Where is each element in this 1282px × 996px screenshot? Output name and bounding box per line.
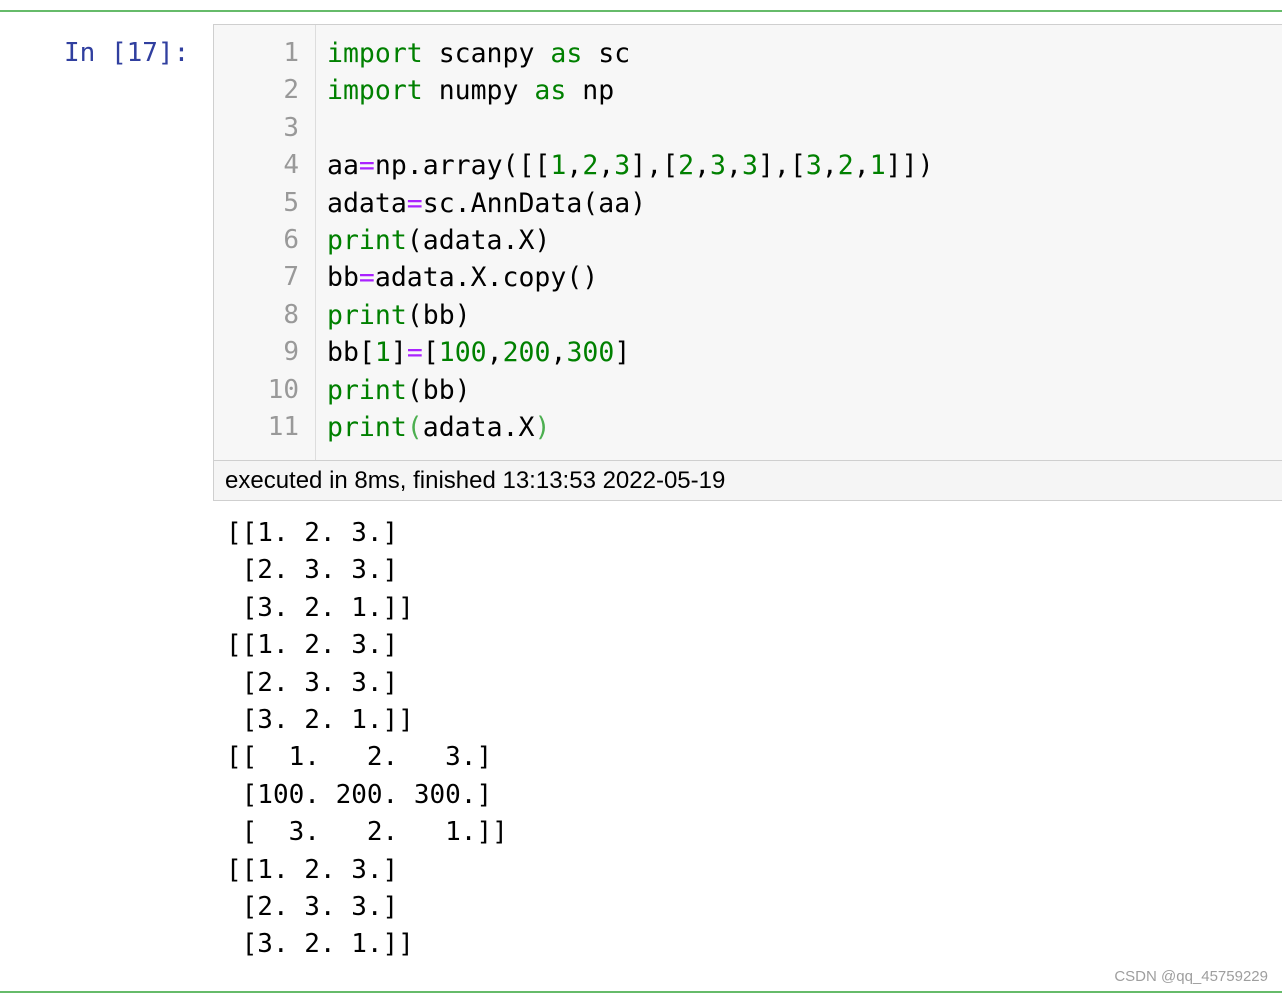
code-token: np.array([[	[374, 150, 551, 182]
output-line: [[ 1. 2. 3.]	[226, 742, 493, 773]
code-token: print	[327, 299, 407, 331]
output-line: [ 3. 2. 1.]]	[226, 817, 508, 848]
line-number: 1	[283, 38, 299, 68]
code-input-area[interactable]: 1 2 3 4 5 6 7 8 9 10 11 import scanpy as sc import …	[213, 24, 1282, 460]
watermark: CSDN @qq_45759229	[1114, 968, 1268, 985]
code-editor[interactable]: import scanpy as sc import numpy as np aa…	[327, 35, 934, 446]
output-line: [2. 3. 3.]	[226, 667, 399, 698]
code-token: =	[358, 262, 375, 294]
code-token: adata.X	[422, 411, 535, 443]
code-token: 300	[566, 337, 615, 369]
input-prompt: In [17]:	[64, 38, 190, 68]
execution-time-bar: executed in 8ms, finished 13:13:53 2022-…	[213, 460, 1282, 501]
code-token: ,	[694, 150, 711, 182]
code-line[interactable]: adata=sc.AnnData(aa)	[327, 185, 934, 222]
code-token: bb	[327, 262, 359, 294]
line-number: 8	[283, 299, 299, 330]
code-line[interactable]: print(bb)	[327, 372, 934, 409]
line-number: 11	[267, 412, 299, 442]
code-token: (adata.X)	[406, 224, 551, 256]
code-token: ],[	[757, 150, 806, 182]
code-token: 3	[710, 150, 727, 182]
code-token: as	[534, 75, 567, 107]
output-line: [3. 2. 1.]]	[226, 929, 414, 960]
code-line[interactable]: print(bb)	[327, 297, 934, 334]
code-line[interactable]: print(adata.X)	[327, 222, 934, 259]
code-token: =	[406, 337, 423, 369]
code-line[interactable]: import scanpy as sc	[327, 35, 934, 72]
line-number: 7	[283, 262, 299, 293]
code-token: print	[327, 224, 407, 256]
output-line: [2. 3. 3.]	[226, 891, 399, 922]
line-number: 4	[283, 150, 299, 181]
code-token: ],[	[630, 150, 679, 182]
code-token: sc.AnnData(aa)	[422, 187, 647, 219]
code-line[interactable]: print(adata.X)	[327, 409, 934, 446]
code-token: 2	[837, 150, 854, 182]
code-token: numpy	[422, 75, 535, 107]
code-token: )	[534, 411, 551, 443]
output-line: [2. 3. 3.]	[226, 555, 399, 586]
code-token: =	[406, 187, 423, 219]
line-number: 5	[283, 187, 299, 218]
code-token: adata.X.copy()	[374, 262, 599, 294]
code-token: adata	[327, 187, 407, 219]
output-line: [[1. 2. 3.]	[226, 630, 399, 661]
code-token: import	[327, 38, 423, 69]
code-token: aa	[327, 150, 359, 182]
output-line: [[1. 2. 3.]	[226, 518, 399, 548]
code-token: 2	[582, 150, 599, 182]
code-token: (	[406, 411, 423, 443]
code-line[interactable]: bb[1]=[100,200,300]	[327, 334, 934, 371]
output-line: [[1. 2. 3.]	[226, 854, 399, 885]
output-line: [3. 2. 1.]]	[226, 592, 414, 623]
cell-bottom-border	[0, 991, 1282, 993]
code-token: 200	[502, 337, 551, 369]
line-number: 10	[267, 374, 299, 405]
code-token: scanpy	[422, 38, 551, 69]
code-token: as	[550, 38, 583, 69]
code-token: ,	[821, 150, 838, 182]
line-number: 2	[283, 75, 299, 106]
code-token: ]])	[885, 150, 934, 182]
output-line: [100. 200. 300.]	[226, 779, 493, 810]
code-line[interactable]: aa=np.array([[1,2,3],[2,3,3],[3,2,1]])	[327, 147, 934, 184]
code-token: 3	[614, 150, 631, 182]
code-token: bb[	[327, 337, 375, 369]
output-line: [3. 2. 1.]]	[226, 704, 414, 735]
code-token: ]	[390, 337, 407, 369]
code-line[interactable]: import numpy as np	[327, 72, 934, 109]
code-token: (bb)	[406, 374, 471, 406]
code-token: ,	[726, 150, 742, 182]
code-token: ,	[486, 337, 503, 369]
code-token: 1	[374, 337, 391, 369]
code-token: ,	[853, 150, 870, 182]
code-token: print	[327, 374, 407, 406]
code-token: sc	[582, 38, 631, 69]
code-token: ,	[550, 337, 567, 369]
code-token: import	[327, 75, 423, 107]
line-number-gutter: 1 2 3 4 5 6 7 8 9 10 11	[214, 25, 316, 460]
line-number: 6	[283, 225, 299, 255]
code-token: 3	[805, 150, 822, 182]
code-token: 1	[550, 150, 567, 182]
code-line[interactable]: bb=adata.X.copy()	[327, 259, 934, 296]
cell-output: [[1. 2. 3.] [2. 3. 3.] [3. 2. 1.]] [[1. 2…	[226, 515, 508, 964]
code-token: ]	[614, 337, 631, 369]
code-token: 1	[869, 150, 886, 182]
cell-top-border	[0, 10, 1282, 12]
code-line[interactable]	[327, 110, 934, 147]
code-token: ,	[598, 150, 615, 182]
code-token: 2	[678, 150, 695, 182]
code-token: (bb)	[406, 299, 471, 331]
code-token: print	[327, 411, 407, 443]
code-token: =	[358, 150, 375, 182]
line-number: 3	[283, 112, 299, 143]
code-token: [	[422, 337, 439, 369]
line-number: 9	[283, 337, 299, 368]
code-token: np	[566, 75, 615, 107]
code-token: 3	[741, 150, 758, 182]
code-token: ,	[566, 150, 583, 182]
code-token: 100	[438, 337, 487, 369]
